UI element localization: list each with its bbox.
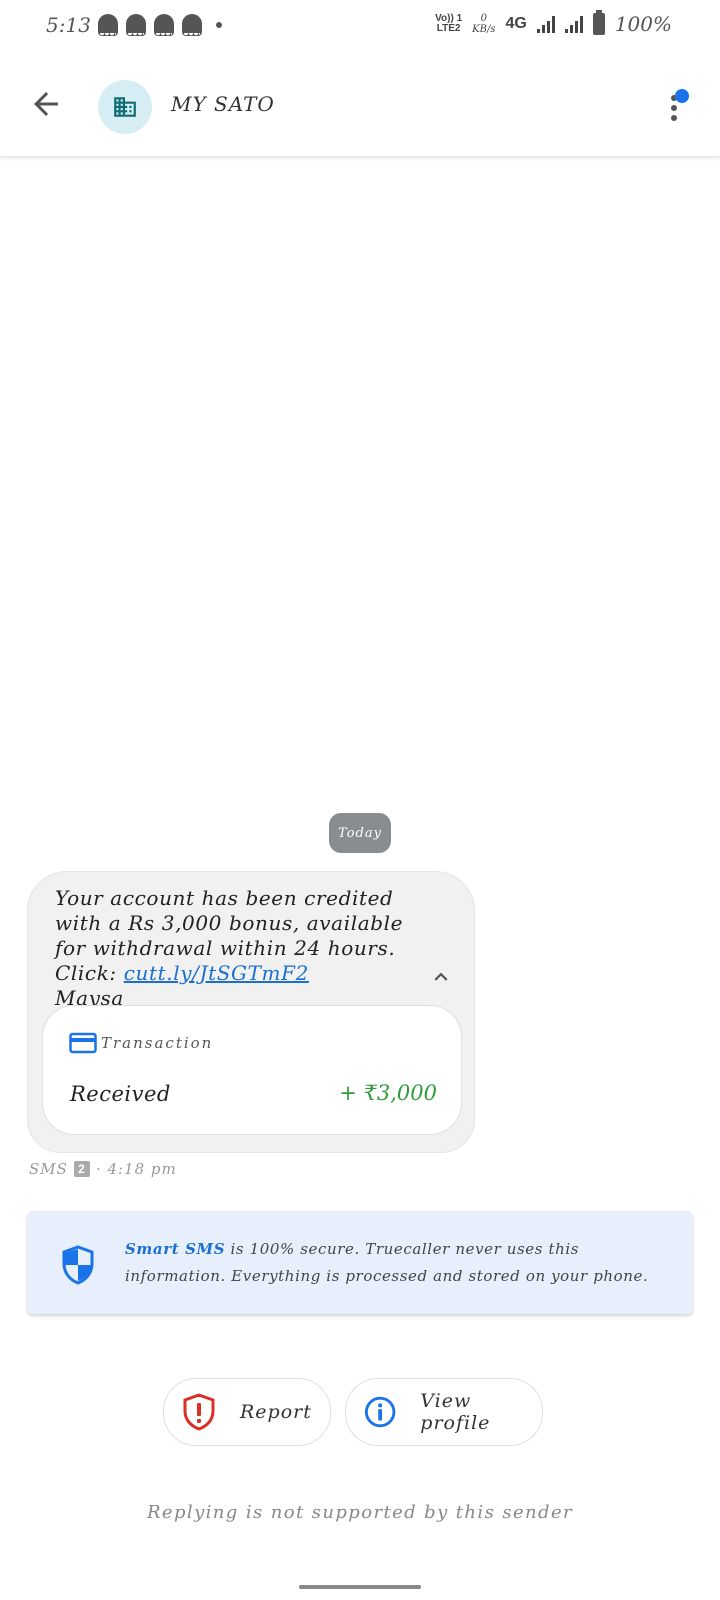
transaction-status: Received — [70, 1082, 171, 1106]
avatar[interactable] — [98, 80, 152, 134]
collapse-button[interactable] — [428, 964, 454, 990]
network-type: 4G — [505, 15, 527, 32]
transaction-card[interactable]: Transaction Received + ₹3,000 — [42, 1005, 462, 1135]
report-shield-icon — [183, 1393, 215, 1431]
reply-not-supported-note: Replying is not supported by this sender — [146, 1502, 573, 1523]
sim-slot-badge: 2 — [73, 1161, 90, 1177]
battery-icon — [592, 10, 605, 35]
message-channel: SMS — [29, 1160, 68, 1178]
snapchat-icon — [154, 14, 174, 39]
smart-sms-text: Smart SMS is 100% secure. Truecaller nev… — [125, 1236, 665, 1290]
snapchat-icon — [182, 14, 202, 39]
arrow-back-icon — [34, 92, 58, 116]
volte-indicator: Vo)) 1 LTE2 — [435, 14, 462, 34]
report-label: Report — [240, 1401, 312, 1423]
view-profile-label: View profile — [420, 1390, 491, 1434]
overflow-menu-button[interactable] — [664, 88, 692, 128]
transaction-label: Transaction — [101, 1034, 214, 1052]
date-separator: Today — [329, 813, 391, 853]
smart-sms-notice: Smart SMS is 100% secure. Truecaller nev… — [27, 1211, 693, 1314]
status-time: 5:13 — [46, 13, 91, 37]
info-icon — [364, 1396, 396, 1428]
volte-bottom-label: LTE2 — [436, 23, 461, 34]
home-gesture-bar[interactable] — [299, 1585, 421, 1589]
battery-percentage: 100% — [614, 12, 672, 36]
notification-icons — [98, 14, 222, 39]
message-link[interactable]: cutt.ly/JtSGTmF2 — [124, 961, 309, 985]
signal-strength-icon — [536, 15, 555, 33]
view-profile-button[interactable]: View profile — [345, 1378, 543, 1446]
data-rate-indicator: 0 KB/s — [472, 13, 495, 35]
data-rate-value: 0 — [480, 13, 487, 24]
credit-card-icon — [69, 1032, 97, 1054]
transaction-amount: + ₹3,000 — [339, 1081, 437, 1105]
smart-sms-brand: Smart SMS — [125, 1240, 226, 1258]
more-notifications-dot-icon — [216, 22, 222, 28]
building-icon — [114, 97, 136, 117]
shield-icon — [62, 1245, 94, 1285]
snapchat-icon — [126, 14, 146, 39]
message-meta: SMS 2 · 4:18 pm — [29, 1160, 177, 1178]
contact-name[interactable]: MY SATO — [171, 92, 275, 116]
notification-badge-icon — [675, 89, 689, 103]
message-bubble[interactable]: Your account has been credited with a Rs… — [27, 871, 475, 1153]
report-button[interactable]: Report — [163, 1378, 331, 1446]
status-bar: 5:13 Vo)) 1 LTE2 0 KB/s 4G 100% — [0, 0, 720, 52]
signal-strength-sim2-icon — [564, 15, 583, 33]
data-rate-unit: KB/s — [472, 24, 496, 35]
message-timestamp: · 4:18 pm — [95, 1160, 177, 1178]
status-indicators: Vo)) 1 LTE2 0 KB/s 4G 100% — [435, 10, 672, 36]
snapchat-icon — [98, 14, 118, 39]
chevron-up-icon — [434, 972, 448, 981]
transaction-header: Transaction — [69, 1032, 213, 1054]
conversation-header: MY SATO — [0, 52, 720, 157]
back-button[interactable] — [28, 86, 64, 122]
message-body: Your account has been credited with a Rs… — [55, 886, 425, 1011]
more-vert-icon — [671, 89, 689, 121]
